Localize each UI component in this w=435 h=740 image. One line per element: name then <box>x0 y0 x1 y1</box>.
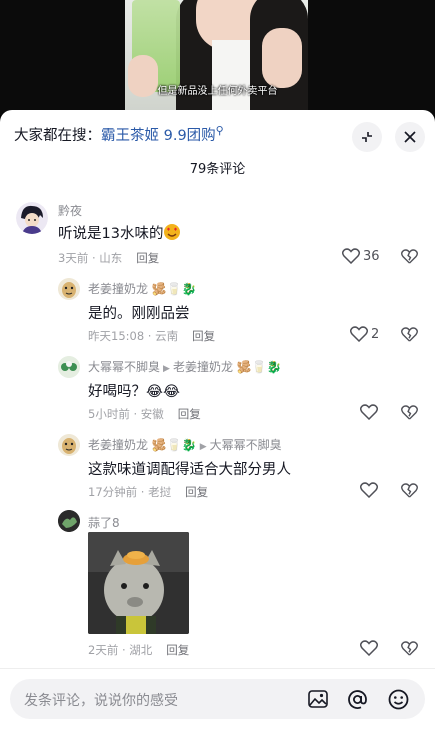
close-icon <box>404 131 416 143</box>
emoji-button[interactable] <box>386 687 410 711</box>
like-button[interactable]: 2 <box>350 326 379 342</box>
broken-heart-icon <box>401 483 418 498</box>
search-icon: ⚲ <box>215 124 224 137</box>
reply-item: 大幂幂不脚臭 ▶ 老姜撞奶龙 🫚🥛🐉 好喝吗？😂😂 5小时前 · 安徽 回复 <box>0 352 435 422</box>
heart-icon <box>360 640 378 656</box>
meme-sticker-image[interactable] <box>88 532 189 634</box>
heart-icon <box>350 326 368 342</box>
comment-time-location: 3天前 · 山东 <box>58 251 123 265</box>
broken-heart-icon <box>401 405 418 420</box>
comment-input-placeholder: 发条评论，说说你的感受 <box>24 693 178 709</box>
milk-glass-emoji-icon: 🥛 <box>166 438 182 452</box>
heart-eyes-emoji-icon <box>163 223 181 245</box>
comment-input-bar: 发条评论，说说你的感受 <box>0 668 435 740</box>
reply-button[interactable]: 回复 <box>136 251 159 265</box>
comment-meta: 3天前 · 山东 回复 <box>58 250 159 266</box>
dislike-button[interactable] <box>401 483 418 502</box>
comment-text: 听说是13水味的 <box>58 222 181 245</box>
dragon-emoji-icon: 🐉 <box>266 360 282 374</box>
like-button[interactable] <box>360 482 378 498</box>
comment-text-content: 听说是13水味的 <box>58 226 164 242</box>
username-text[interactable]: 老姜撞奶龙 <box>88 438 148 452</box>
video-player[interactable]: 但是新品没上任何外卖平台 <box>0 0 435 115</box>
reply-item: 老姜撞奶龙 🫚🥛🐉 ▶ 大幂幂不脚臭 这款味道调配得适合大部分男人 17分钟前 · … <box>0 430 435 500</box>
mention-button[interactable] <box>345 687 369 711</box>
like-count: 2 <box>371 326 380 342</box>
reply-to-username[interactable]: 老姜撞奶龙 <box>173 360 233 374</box>
avatar[interactable] <box>58 278 80 300</box>
comment-text-content: 好喝吗？ <box>88 384 146 400</box>
emoji-smiley-icon <box>388 689 408 709</box>
image-picker-button[interactable] <box>306 687 330 711</box>
ginger-emoji-icon: 🫚 <box>151 438 167 452</box>
reply-button[interactable]: 回复 <box>185 485 208 499</box>
comment-meta: 2天前 · 湖北 回复 <box>88 642 189 658</box>
heart-icon <box>342 248 360 264</box>
ginger-emoji-icon: 🫚 <box>236 360 252 374</box>
comment-time-location: 昨天15:08 · 云南 <box>88 329 179 343</box>
avatar[interactable] <box>58 510 80 532</box>
ginger-emoji-icon: 🫚 <box>151 282 167 296</box>
comment-time-location: 2天前 · 湖北 <box>88 643 153 657</box>
like-button[interactable] <box>360 640 378 656</box>
comment-item: 黔夜 听说是13水味的 3天前 · 山东 回复 36 <box>0 198 435 268</box>
broken-heart-icon <box>401 641 418 656</box>
comment-text: 是的。刚刚品尝 <box>88 306 190 322</box>
username-text[interactable]: 老姜撞奶龙 <box>88 282 148 296</box>
like-button[interactable]: 36 <box>342 248 380 264</box>
comment-username: 大幂幂不脚臭 ▶ 老姜撞奶龙 🫚🥛🐉 <box>88 358 282 375</box>
dislike-button[interactable] <box>401 249 418 268</box>
avatar[interactable] <box>58 356 80 378</box>
broken-heart-icon <box>401 327 418 342</box>
video-figure-hand <box>262 28 302 88</box>
heart-icon <box>360 404 378 420</box>
comment-count: 79条评论 <box>189 162 246 177</box>
video-subtitle: 但是新品没上任何外卖平台 <box>157 86 278 97</box>
comment-meta: 昨天15:08 · 云南 回复 <box>88 328 215 344</box>
comment-username[interactable]: 蒜了8 <box>88 514 120 531</box>
comment-username[interactable]: 黔夜 <box>58 202 82 219</box>
comment-time-location: 17分钟前 · 老挝 <box>88 485 172 499</box>
reply-arrow-icon: ▶ <box>199 442 207 452</box>
reply-button[interactable]: 回复 <box>166 643 189 657</box>
comment-username: 老姜撞奶龙 🫚🥛🐉 ▶ 大幂幂不脚臭 <box>88 436 282 453</box>
avatar[interactable] <box>58 434 80 456</box>
laughing-crying-emoji-icon: 😂😂 <box>146 384 180 400</box>
comment-input[interactable]: 发条评论，说说你的感受 <box>10 679 425 719</box>
comment-username: 老姜撞奶龙 🫚🥛🐉 <box>88 280 197 297</box>
reply-item: 蒜了8 2天前 · 湖北 回复 <box>0 508 435 668</box>
reply-button[interactable]: 回复 <box>192 329 215 343</box>
comment-meta: 17分钟前 · 老挝 回复 <box>88 484 208 500</box>
close-button[interactable] <box>395 122 425 152</box>
reply-button[interactable]: 回复 <box>178 407 201 421</box>
dislike-button[interactable] <box>401 327 418 346</box>
collapse-button[interactable] <box>352 122 382 152</box>
dragon-emoji-icon: 🐉 <box>181 282 197 296</box>
dragon-emoji-icon: 🐉 <box>181 438 197 452</box>
heart-icon <box>360 482 378 498</box>
comment-sheet: 大家都在搜：霸王茶姬 9.9团购⚲ 79条评论 黔夜 听说是13水味的 3天前 … <box>0 110 435 740</box>
shrink-icon <box>362 132 372 142</box>
search-prefix: 大家都在搜： <box>14 128 101 144</box>
milk-glass-emoji-icon: 🥛 <box>166 282 182 296</box>
like-button[interactable] <box>360 404 378 420</box>
image-icon <box>308 690 328 708</box>
comment-meta: 5小时前 · 安徽 回复 <box>88 406 201 422</box>
comment-time-location: 5小时前 · 安徽 <box>88 407 164 421</box>
username-text[interactable]: 大幂幂不脚臭 <box>88 360 160 374</box>
reply-to-username[interactable]: 大幂幂不脚臭 <box>210 438 282 452</box>
like-count: 36 <box>363 248 380 264</box>
reply-item: 老姜撞奶龙 🫚🥛🐉 是的。刚刚品尝 昨天15:08 · 云南 回复 2 <box>0 274 435 344</box>
broken-heart-icon <box>401 249 418 264</box>
dislike-button[interactable] <box>401 641 418 660</box>
search-suggestion[interactable]: 大家都在搜：霸王茶姬 9.9团购⚲ <box>14 124 224 145</box>
reply-arrow-icon: ▶ <box>163 364 170 374</box>
at-sign-icon <box>347 689 367 709</box>
search-term-link[interactable]: 霸王茶姬 9.9团购 <box>101 128 216 144</box>
comment-text: 好喝吗？😂😂 <box>88 380 180 401</box>
dislike-button[interactable] <box>401 405 418 424</box>
avatar[interactable] <box>16 202 48 234</box>
milk-glass-emoji-icon: 🥛 <box>251 360 267 374</box>
comment-text: 这款味道调配得适合大部分男人 <box>88 462 291 478</box>
